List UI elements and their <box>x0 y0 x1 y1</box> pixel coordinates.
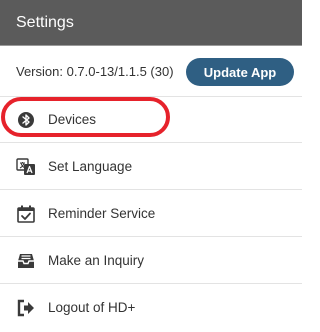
language-icon <box>16 157 36 177</box>
logout-icon <box>16 298 36 318</box>
menu-item-devices[interactable]: Devices <box>0 97 302 143</box>
menu-item-reminder-service[interactable]: Reminder Service <box>0 191 302 237</box>
menu-label-logout: Logout of HD+ <box>48 300 136 315</box>
settings-header: Settings <box>0 0 302 46</box>
menu-label-devices: Devices <box>48 112 97 127</box>
menu-item-make-inquiry[interactable]: Make an Inquiry <box>0 238 302 284</box>
menu-label-set-language: Set Language <box>48 159 133 174</box>
page-title: Settings <box>16 14 74 31</box>
calendar-check-icon <box>16 204 36 224</box>
menu-item-set-language[interactable]: Set Language <box>0 144 302 190</box>
menu-label-reminder-service: Reminder Service <box>48 206 156 221</box>
bluetooth-icon <box>16 110 36 130</box>
version-text: Version: 0.7.0-13/1.1.5 (30) <box>16 64 174 79</box>
update-app-button[interactable]: Update App <box>186 58 294 86</box>
menu-item-logout[interactable]: Logout of HD+ <box>0 285 302 331</box>
inbox-icon <box>16 251 36 271</box>
menu-label-make-inquiry: Make an Inquiry <box>48 253 145 268</box>
version-row: Version: 0.7.0-13/1.1.5 (30) Update App <box>0 47 302 97</box>
